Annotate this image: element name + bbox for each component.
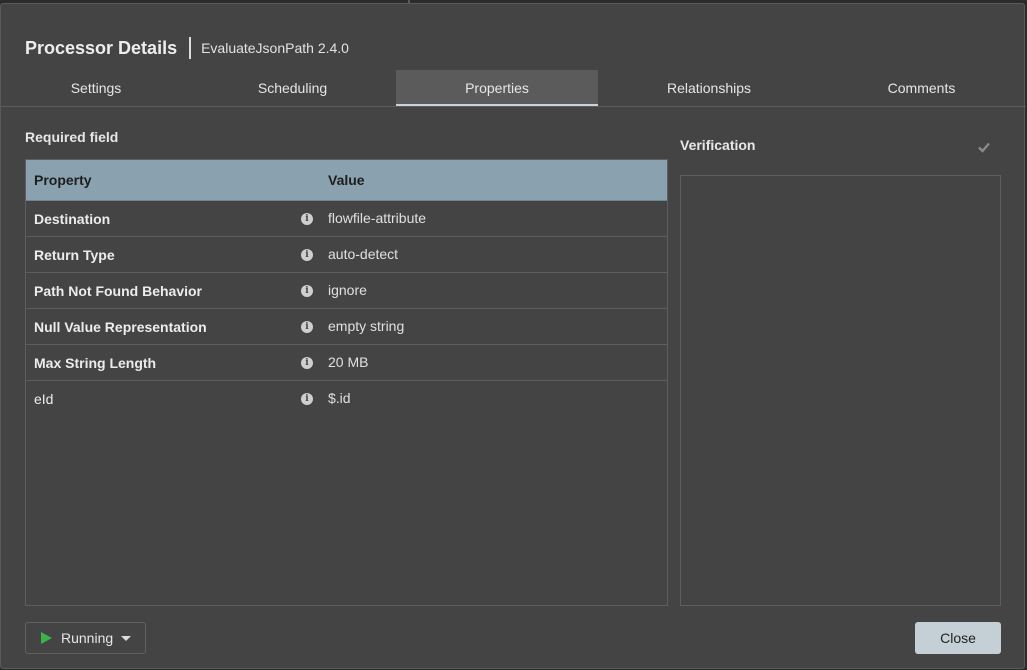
tab-relationships[interactable]: Relationships xyxy=(601,70,817,106)
property-value[interactable]: $.id xyxy=(328,381,351,415)
tab-scheduling[interactable]: Scheduling xyxy=(191,70,394,106)
close-button[interactable]: Close xyxy=(915,622,1001,654)
property-value[interactable]: flowfile-attribute xyxy=(328,201,426,235)
table-row[interactable]: Destination i flowfile-attribute xyxy=(26,201,667,237)
table-row[interactable]: Path Not Found Behavior i ignore xyxy=(26,273,667,309)
properties-table: Property Value Destination i flowfile-at… xyxy=(25,159,668,606)
table-row[interactable]: Max String Length i 20 MB xyxy=(26,345,667,381)
property-value[interactable]: empty string xyxy=(328,309,404,343)
chevron-down-icon xyxy=(121,635,132,641)
tab-properties[interactable]: Properties xyxy=(396,70,598,106)
info-icon[interactable]: i xyxy=(301,321,313,333)
info-icon[interactable]: i xyxy=(301,249,313,261)
property-name: Return Type xyxy=(34,247,115,263)
check-icon[interactable] xyxy=(977,140,991,154)
tab-bar: Settings Scheduling Properties Relations… xyxy=(1,70,1026,107)
property-name: Path Not Found Behavior xyxy=(34,283,202,299)
tab-settings[interactable]: Settings xyxy=(1,70,191,106)
table-header: Property Value xyxy=(26,160,667,201)
dialog-subtitle: EvaluateJsonPath 2.4.0 xyxy=(201,40,349,56)
verification-panel xyxy=(680,175,1001,606)
required-field-label: Required field xyxy=(25,129,119,145)
verification-title: Verification xyxy=(680,137,756,153)
info-icon[interactable]: i xyxy=(301,393,313,405)
info-icon[interactable]: i xyxy=(301,213,313,225)
property-name: Null Value Representation xyxy=(34,319,207,335)
info-icon[interactable]: i xyxy=(301,357,313,369)
table-row[interactable]: Return Type i auto-detect xyxy=(26,237,667,273)
tab-comments[interactable]: Comments xyxy=(817,70,1026,106)
dialog-header: Processor Details EvaluateJsonPath 2.4.0 xyxy=(25,35,349,61)
dialog-title: Processor Details xyxy=(25,37,178,58)
property-value[interactable]: ignore xyxy=(328,273,367,307)
processor-details-dialog: Processor Details EvaluateJsonPath 2.4.0… xyxy=(0,3,1026,669)
table-row[interactable]: Null Value Representation i empty string xyxy=(26,309,667,345)
header-value[interactable]: Value xyxy=(328,160,365,200)
info-icon[interactable]: i xyxy=(301,285,313,297)
property-name: Destination xyxy=(34,211,111,227)
run-status-button[interactable]: Running xyxy=(25,622,146,654)
property-name: Max String Length xyxy=(34,355,157,371)
run-status-label: Running xyxy=(61,630,114,646)
property-value[interactable]: 20 MB xyxy=(328,345,368,379)
property-name: eId xyxy=(34,391,54,407)
property-value[interactable]: auto-detect xyxy=(328,237,398,271)
header-property[interactable]: Property xyxy=(34,160,92,200)
table-row[interactable]: eId i $.id xyxy=(26,381,667,416)
title-separator xyxy=(189,37,192,59)
play-icon xyxy=(41,632,52,644)
